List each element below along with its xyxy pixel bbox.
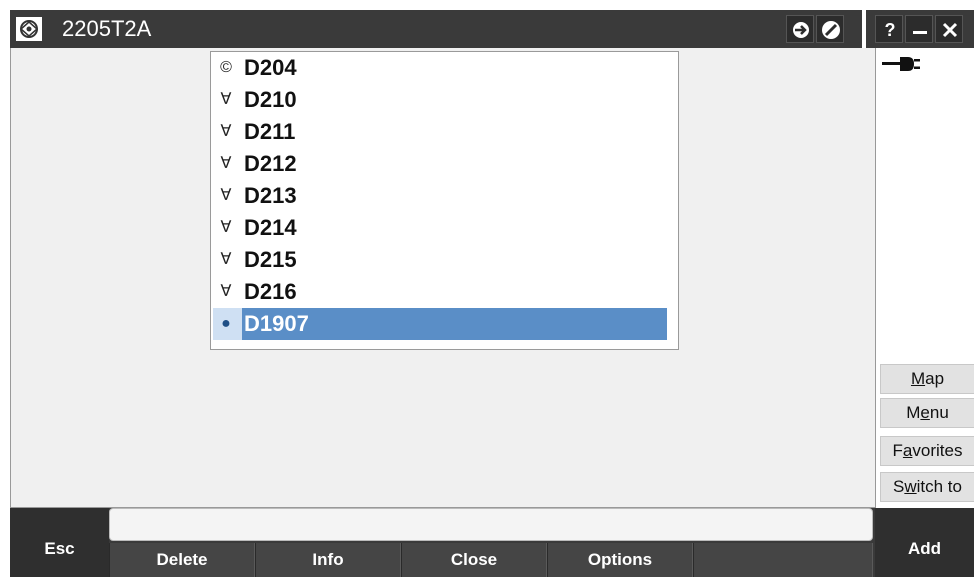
point-label: D213 bbox=[244, 183, 297, 208]
title-bar: 2205T2A ? bbox=[10, 10, 974, 48]
list-item[interactable]: ∀ D216 bbox=[211, 276, 678, 308]
point-label: D204 bbox=[244, 55, 297, 80]
measured-point-icon: ∀ bbox=[220, 155, 232, 172]
list-item[interactable]: ∀ D215 bbox=[211, 244, 678, 276]
list-item[interactable]: ∀ D213 bbox=[211, 180, 678, 212]
login-arrow-button[interactable] bbox=[786, 15, 814, 43]
point-label: D210 bbox=[244, 87, 297, 112]
list-item[interactable]: ∀ D214 bbox=[211, 212, 678, 244]
measured-point-icon: ∀ bbox=[220, 91, 232, 108]
empty-softkey[interactable] bbox=[693, 543, 873, 577]
list-item[interactable]: © D204 bbox=[211, 52, 678, 84]
info-button[interactable]: Info bbox=[255, 543, 401, 577]
add-button[interactable]: Add bbox=[875, 508, 974, 577]
close-icon bbox=[942, 22, 958, 38]
stop-button[interactable] bbox=[816, 15, 844, 43]
point-label: D211 bbox=[244, 119, 296, 144]
delete-button[interactable]: Delete bbox=[109, 543, 255, 577]
list-item[interactable]: ∀ D211 bbox=[211, 116, 678, 148]
minimize-icon bbox=[913, 31, 927, 34]
side-panel: Map Menu Favorites Switch to bbox=[875, 48, 974, 508]
minimize-button[interactable] bbox=[905, 15, 933, 43]
esc-button[interactable]: Esc bbox=[10, 508, 109, 577]
options-button[interactable]: Options bbox=[547, 543, 693, 577]
measured-point-icon: ∀ bbox=[220, 123, 232, 140]
bottom-toolbar: Esc Delete Info Close Options Add bbox=[10, 508, 974, 577]
measured-point-icon: ∀ bbox=[220, 187, 232, 204]
svg-text:?: ? bbox=[885, 20, 896, 40]
main-content: © D204 ∀ D210 ∀ D211 ∀ D212 ∀ D213 ∀ D21… bbox=[10, 48, 875, 508]
prohibited-icon bbox=[822, 21, 840, 39]
point-list[interactable]: © D204 ∀ D210 ∀ D211 ∀ D212 ∀ D213 ∀ D21… bbox=[210, 51, 679, 350]
power-plug-icon bbox=[882, 57, 920, 71]
arrow-right-icon bbox=[793, 22, 809, 38]
question-mark-icon: ? bbox=[885, 20, 896, 40]
help-button[interactable]: ? bbox=[875, 15, 903, 43]
measured-point-icon: ∀ bbox=[220, 219, 232, 236]
list-item-selected[interactable]: ● D1907 bbox=[211, 308, 678, 340]
map-button[interactable]: Map bbox=[880, 364, 974, 394]
list-item[interactable]: ∀ D210 bbox=[211, 84, 678, 116]
status-field bbox=[109, 508, 873, 541]
point-label: D212 bbox=[244, 151, 297, 176]
app-window: 2205T2A ? © D204 ∀ D210 ∀ D211 ∀ D212 ∀ … bbox=[0, 0, 974, 577]
title-bar-separator bbox=[862, 10, 866, 48]
window-title: 2205T2A bbox=[62, 16, 152, 41]
favorites-button[interactable]: Favorites bbox=[880, 436, 974, 466]
point-label: D214 bbox=[244, 215, 297, 240]
menu-button[interactable]: Menu bbox=[880, 398, 974, 428]
point-dot-icon: ● bbox=[221, 315, 231, 332]
close-window-button[interactable] bbox=[935, 15, 963, 43]
measured-point-icon: ∀ bbox=[220, 251, 232, 268]
point-label: D215 bbox=[244, 247, 297, 272]
measured-point-icon: ∀ bbox=[220, 283, 232, 300]
point-label: D1907 bbox=[244, 311, 309, 336]
app-logo-icon bbox=[16, 17, 42, 41]
point-label: D216 bbox=[244, 279, 297, 304]
close-button[interactable]: Close bbox=[401, 543, 547, 577]
list-item[interactable]: ∀ D212 bbox=[211, 148, 678, 180]
control-point-icon: © bbox=[220, 59, 232, 76]
switch-to-button[interactable]: Switch to bbox=[880, 472, 974, 502]
